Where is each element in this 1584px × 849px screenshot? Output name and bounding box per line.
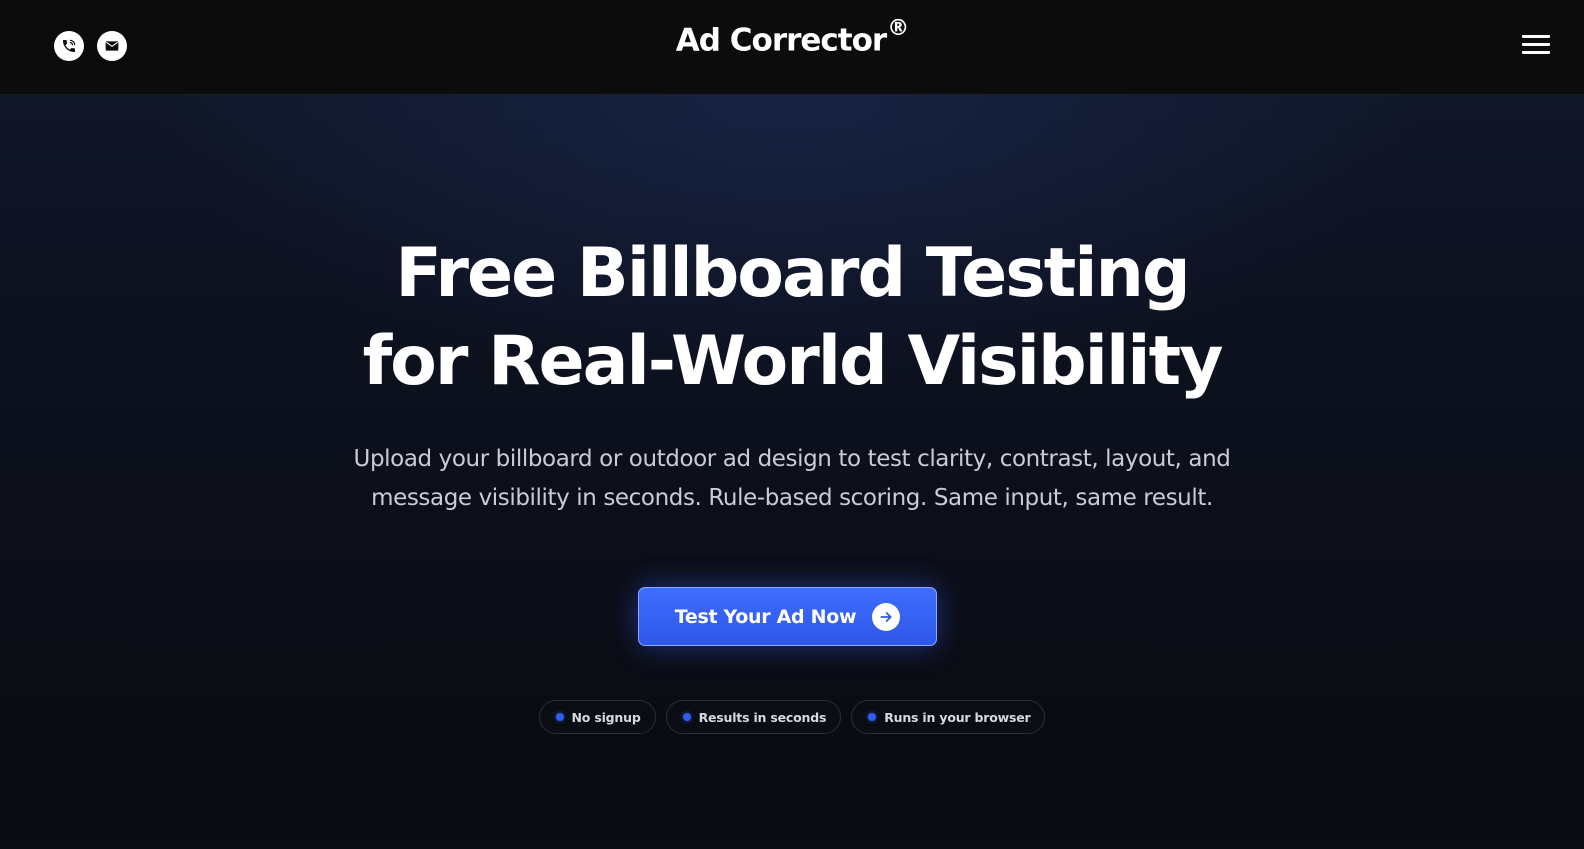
menu-bar [1522,43,1550,46]
badge-no-signup: No signup [538,700,656,734]
badge-dot-icon [868,713,877,721]
hero-title-line-2: for Real-World Visibility [362,322,1224,401]
hero-subtitle: Upload your billboard or outdoor ad desi… [0,440,1584,518]
menu-bar [1522,35,1550,38]
badge-dot-icon [682,713,691,721]
test-your-ad-button[interactable]: Test Your Ad Now [638,587,937,646]
feature-badges: No signup Results in seconds Runs in you… [0,700,1584,734]
menu-bar [1522,51,1550,54]
cta-label: Test Your Ad Now [674,605,857,628]
hamburger-menu-icon[interactable] [1522,35,1550,57]
badge-label: Runs in your browser [884,709,1031,725]
badge-dot-icon [555,713,564,721]
badge-label: No signup [571,709,641,725]
arrow-right-icon [872,602,901,631]
hero-section: Free Billboard Testing for Real-World Vi… [0,95,1584,849]
brand-logo[interactable]: Ad Corrector® [0,16,1584,59]
registered-mark: ® [887,16,909,41]
site-header: Ad Corrector® [0,0,1584,95]
hero-title-line-1: Free Billboard Testing [395,234,1190,313]
badge-label: Results in seconds [698,709,827,725]
hero-subtitle-line-1: Upload your billboard or outdoor ad desi… [353,446,1231,472]
badge-results-in-seconds: Results in seconds [665,700,842,734]
badge-runs-in-browser: Runs in your browser [851,700,1046,734]
hero-title: Free Billboard Testing for Real-World Vi… [0,230,1584,406]
hero-subtitle-line-2: message visibility in seconds. Rule-base… [371,485,1213,511]
brand-name: Ad Corrector [675,22,887,59]
